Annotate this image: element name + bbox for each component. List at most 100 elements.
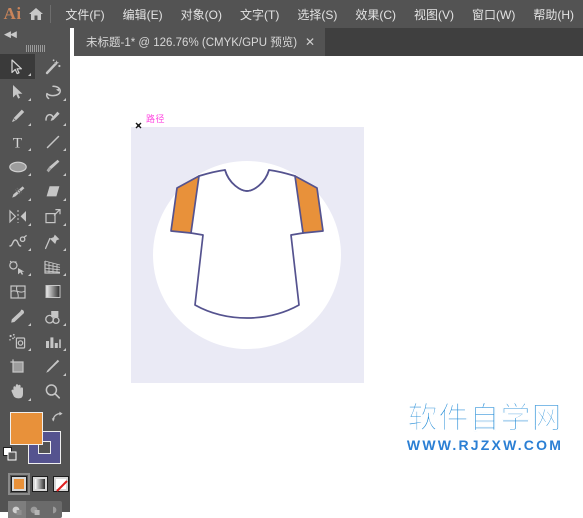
- pen-icon: [9, 108, 26, 125]
- blend-tool[interactable]: [35, 304, 70, 329]
- magic-wand-tool[interactable]: [35, 54, 70, 79]
- menu-view[interactable]: 视图(V): [405, 2, 463, 27]
- collapse-panel-icon[interactable]: ◀◀: [4, 30, 17, 39]
- default-fill-stroke-icon[interactable]: [3, 447, 18, 467]
- line-segment-tool[interactable]: [35, 129, 70, 154]
- tool-flyout-indicator: [63, 198, 66, 201]
- tool-flyout-indicator: [28, 398, 31, 401]
- svg-text:T: T: [13, 135, 22, 150]
- warp-width-icon: [8, 234, 28, 250]
- arrow-filled-icon: [11, 84, 24, 100]
- tool-flyout-indicator: [63, 148, 66, 151]
- line-diagonal-icon: [45, 134, 61, 150]
- type-tool[interactable]: T: [0, 129, 35, 154]
- menu-select[interactable]: 选择(S): [288, 2, 346, 27]
- shirt-body: [190, 169, 304, 319]
- document-tab-title: 未标题-1* @ 126.76% (CMYK/GPU 预览): [86, 37, 298, 49]
- direct-selection-tool[interactable]: [0, 79, 35, 104]
- lasso-tool[interactable]: [35, 79, 70, 104]
- draw-normal-button[interactable]: [8, 501, 26, 518]
- anchor-point-icon: [135, 122, 142, 129]
- gradient-tool[interactable]: [35, 279, 70, 304]
- draw-behind-button[interactable]: [26, 501, 44, 518]
- scale-tool[interactable]: [35, 204, 70, 229]
- menu-help[interactable]: 帮助(H): [524, 2, 583, 27]
- perspective-grid-icon: [43, 259, 62, 275]
- solid-color-icon: [14, 479, 24, 489]
- app-logo: Ai: [3, 4, 22, 23]
- mesh-tool[interactable]: [0, 279, 35, 304]
- tool-flyout-indicator: [63, 98, 66, 101]
- perspective-grid-tool[interactable]: [35, 254, 70, 279]
- rotate-tool[interactable]: [0, 204, 35, 229]
- selection-tool[interactable]: [0, 54, 35, 79]
- width-tool[interactable]: [0, 229, 35, 254]
- artboard-tool[interactable]: [0, 354, 35, 379]
- slice-tool[interactable]: [35, 354, 70, 379]
- gradient-swatch-icon: [35, 479, 45, 489]
- document-tab[interactable]: 未标题-1* @ 126.76% (CMYK/GPU 预览) ✕: [74, 28, 325, 56]
- pen-tool[interactable]: [0, 104, 35, 129]
- menu-edit[interactable]: 编辑(E): [114, 2, 172, 27]
- column-graph-tool[interactable]: [35, 329, 70, 354]
- menu-object[interactable]: 对象(O): [172, 2, 231, 27]
- fill-color-swatch[interactable]: [10, 412, 43, 445]
- tool-flyout-indicator: [63, 323, 66, 326]
- menu-file[interactable]: 文件(F): [56, 2, 113, 27]
- zoom-tool[interactable]: [35, 379, 70, 404]
- paintbrush-tool[interactable]: [35, 154, 70, 179]
- hand-icon: [9, 383, 26, 400]
- menu-window[interactable]: 窗口(W): [463, 2, 524, 27]
- tool-flyout-indicator: [28, 73, 31, 76]
- arrow-solid-outline-icon: [10, 58, 25, 75]
- tool-flyout-indicator: [63, 273, 66, 276]
- tool-flyout-indicator: [63, 123, 66, 126]
- paintbrush-icon: [44, 158, 61, 175]
- gradient-mode-button[interactable]: [32, 476, 48, 492]
- panel-drag-handle[interactable]: [0, 42, 70, 54]
- menu-divider: [49, 5, 51, 23]
- watermark-url: WWW.RJZXW.COM: [406, 437, 564, 453]
- curvature-pen-icon: [44, 109, 62, 125]
- shape-builder-icon: [8, 259, 28, 275]
- close-icon[interactable]: ✕: [297, 28, 323, 56]
- tool-flyout-indicator: [63, 248, 66, 251]
- shape-builder-tool[interactable]: [0, 254, 35, 279]
- tool-flyout-indicator: [63, 223, 66, 226]
- tools-panel: ◀◀ T: [0, 28, 70, 518]
- shaper-tool[interactable]: [0, 179, 35, 204]
- draw-mode-buttons: [8, 501, 62, 518]
- menu-effect[interactable]: 效果(C): [346, 2, 405, 27]
- tool-flyout-indicator: [28, 248, 31, 251]
- document-canvas[interactable]: 路径 软件自学网 WWW.RJZXW.COM: [70, 56, 583, 512]
- color-mode-button[interactable]: [8, 473, 30, 495]
- illustrator-window: Ai 文件(F) 编辑(E) 对象(O) 文字(T) 选择(S) 效果(C) 视…: [0, 0, 583, 518]
- blend-circles-icon: [43, 309, 62, 325]
- home-button[interactable]: [25, 0, 47, 28]
- color-controls: [0, 408, 70, 470]
- magic-wand-icon: [44, 58, 61, 75]
- hand-tool[interactable]: [0, 379, 35, 404]
- swap-arrow-icon[interactable]: [51, 410, 64, 428]
- artboard[interactable]: [131, 127, 364, 383]
- menu-type[interactable]: 文字(T): [231, 2, 288, 27]
- watermark-chinese: 软件自学网: [407, 401, 563, 436]
- eyedropper-tool[interactable]: [0, 304, 35, 329]
- draw-inside-button[interactable]: [44, 501, 62, 518]
- none-mode-button[interactable]: [53, 476, 69, 492]
- tool-flyout-indicator: [28, 348, 31, 351]
- tool-flyout-indicator: [63, 373, 66, 376]
- tool-grid: T: [0, 54, 70, 404]
- ellipse-icon: [8, 160, 28, 174]
- tool-flyout-indicator: [28, 123, 31, 126]
- symbol-sprayer-icon: [8, 333, 27, 350]
- ellipse-tool[interactable]: [0, 154, 35, 179]
- fill-mode-buttons: [0, 470, 70, 495]
- gradient-icon: [44, 284, 62, 299]
- curvature-tool[interactable]: [35, 104, 70, 129]
- magnifier-icon: [44, 383, 61, 400]
- tool-flyout-indicator: [63, 348, 66, 351]
- free-transform-tool[interactable]: [35, 229, 70, 254]
- eraser-tool[interactable]: [35, 179, 70, 204]
- symbol-sprayer-tool[interactable]: [0, 329, 35, 354]
